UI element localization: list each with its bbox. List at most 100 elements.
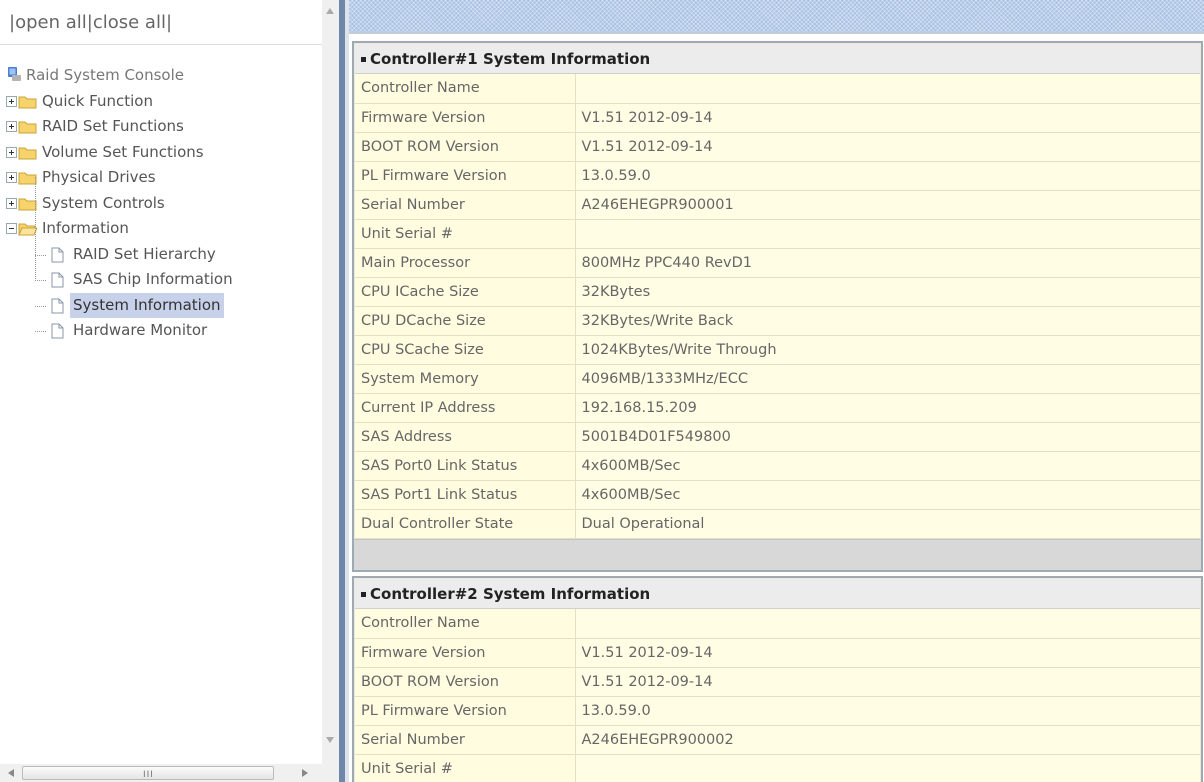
info-value: A246EHEGPR900001 <box>575 190 1200 220</box>
scroll-down-icon[interactable] <box>326 737 334 743</box>
info-row: PL Firmware Version 13.0.59.0 <box>355 161 1200 191</box>
tree-item-sas-chip-information[interactable]: SAS Chip Information <box>6 267 322 293</box>
info-label: Unit Serial # <box>355 219 576 249</box>
info-label: CPU DCache Size <box>355 306 576 336</box>
info-row: CPU ICache Size 32KBytes <box>355 277 1200 307</box>
info-row: Controller Name <box>355 74 1200 104</box>
expand-icon[interactable] <box>6 95 17 107</box>
expand-icon[interactable] <box>6 197 17 209</box>
tree-folder-label: System Controls <box>42 193 165 212</box>
info-value: V1.51 2012-09-14 <box>575 103 1200 133</box>
tree-folder-system-controls[interactable]: System Controls <box>6 191 322 217</box>
info-label: Controller Name <box>355 609 576 639</box>
tree-folder-physical-drives[interactable]: Physical Drives <box>6 165 322 191</box>
info-row: Controller Name <box>355 609 1200 639</box>
open-all-link[interactable]: open all <box>15 12 87 33</box>
tree-folder-label: Quick Function <box>42 91 153 110</box>
tree-item-raid-set-hierarchy[interactable]: RAID Set Hierarchy <box>6 242 322 268</box>
info-value: A246EHEGPR900002 <box>575 725 1200 755</box>
expand-icon[interactable] <box>6 172 17 183</box>
info-value: 32KBytes/Write Back <box>575 306 1200 336</box>
info-table: Controller Name Firmware Version V1.51 201… <box>355 74 1200 539</box>
scroll-thumb[interactable]: III <box>22 766 274 780</box>
info-value: V1.51 2012-09-14 <box>575 667 1200 697</box>
info-label: Firmware Version <box>355 638 576 668</box>
info-row: Current IP Address 192.168.15.209 <box>355 393 1200 423</box>
info-row: Serial Number A246EHEGPR900001 <box>355 190 1200 220</box>
info-row: Serial Number A246EHEGPR900002 <box>355 725 1200 755</box>
info-row: System Memory 4096MB/1333MHz/ECC <box>355 364 1200 394</box>
info-row: Firmware Version V1.51 2012-09-14 <box>355 638 1200 668</box>
info-value <box>575 219 1200 249</box>
info-value: Dual Operational <box>575 509 1200 539</box>
tree-item-label: RAID Set Hierarchy <box>73 244 216 263</box>
info-value: 4096MB/1333MHz/ECC <box>575 364 1200 394</box>
scroll-right-icon[interactable] <box>302 769 308 777</box>
info-row: BOOT ROM Version V1.51 2012-09-14 <box>355 132 1200 162</box>
info-label: SAS Port1 Link Status <box>355 480 576 510</box>
separator: | <box>165 12 173 33</box>
info-label: Firmware Version <box>355 103 576 133</box>
folder-icon <box>18 121 37 134</box>
info-label: BOOT ROM Version <box>355 667 576 697</box>
info-label: BOOT ROM Version <box>355 132 576 162</box>
controller1-info-panel: Controller#1 System Information Controll… <box>352 41 1203 572</box>
tree-root[interactable]: Raid System Console <box>6 63 322 89</box>
expand-icon[interactable] <box>6 121 17 132</box>
info-value: 800MHz PPC440 RevD1 <box>575 248 1200 278</box>
info-label: Unit Serial # <box>355 754 576 782</box>
info-label: PL Firmware Version <box>355 696 576 726</box>
info-value: 32KBytes <box>575 277 1200 307</box>
tree-item-system-information[interactable]: System Information <box>6 292 322 318</box>
tree-horizontal-scrollbar[interactable]: III <box>0 764 322 782</box>
info-table: Controller Name Firmware Version V1.51 201… <box>355 609 1200 782</box>
scroll-left-icon[interactable] <box>8 769 14 777</box>
tree-item-hardware-monitor[interactable]: Hardware Monitor <box>6 318 322 344</box>
info-row: Dual Controller State Dual Operational <box>355 509 1200 539</box>
tree-folder-label: Information <box>42 219 129 237</box>
info-value: 13.0.59.0 <box>575 696 1200 726</box>
panel-title-text: Controller#2 System Information <box>370 585 651 603</box>
content-header-bar <box>349 0 1204 34</box>
tree-folder-volume-set-functions[interactable]: Volume Set Functions <box>6 140 322 166</box>
scroll-up-icon[interactable] <box>326 8 334 14</box>
panel-title: Controller#2 System Information <box>355 579 1200 609</box>
tree-connector-line <box>35 177 36 279</box>
info-value: 5001B4D01F549800 <box>575 422 1200 452</box>
collapse-icon[interactable] <box>6 223 17 234</box>
tree-folder-information[interactable]: Information <box>6 216 322 242</box>
info-value: V1.51 2012-09-14 <box>575 132 1200 162</box>
info-value <box>575 74 1200 104</box>
folder-icon <box>18 147 37 159</box>
info-row: SAS Port0 Link Status 4x600MB/Sec <box>355 451 1200 481</box>
close-all-link[interactable]: close all <box>93 12 166 33</box>
tree-folder-label: Physical Drives <box>42 168 156 186</box>
info-label: CPU ICache Size <box>355 277 576 307</box>
info-label: System Memory <box>355 364 576 394</box>
controller2-info-panel: Controller#2 System Information Controll… <box>352 576 1203 782</box>
info-value: 4x600MB/Sec <box>575 451 1200 481</box>
open-close-links: |open all|close all| <box>9 12 172 33</box>
info-row: Unit Serial # <box>355 219 1200 249</box>
tree-folder-quick-function[interactable]: Quick Function <box>6 89 322 115</box>
info-label: Controller Name <box>355 74 576 104</box>
folder-icon <box>18 96 37 108</box>
info-value: V1.51 2012-09-14 <box>575 638 1200 668</box>
panel-footer <box>354 539 1201 570</box>
tree-root-label: Raid System Console <box>26 66 184 84</box>
info-label: Current IP Address <box>355 393 576 423</box>
info-row: SAS Port1 Link Status 4x600MB/Sec <box>355 480 1200 510</box>
panel-title-text: Controller#1 System Information <box>370 50 651 68</box>
info-label: Serial Number <box>355 190 576 220</box>
info-label: SAS Port0 Link Status <box>355 451 576 481</box>
tree-frame: |open all|close all| Raid System Console… <box>0 0 343 782</box>
tree-vertical-scrollbar[interactable] <box>322 0 339 764</box>
tree-folder-raid-set-functions[interactable]: RAID Set Functions <box>6 114 322 140</box>
expand-icon[interactable] <box>6 146 17 158</box>
info-value: 1024KBytes/Write Through <box>575 335 1200 365</box>
scroll-grip: III <box>143 770 154 780</box>
info-label: CPU SCache Size <box>355 335 576 365</box>
tree-controls: |open all|close all| <box>0 0 320 40</box>
info-label: Main Processor <box>355 248 576 278</box>
info-label: Serial Number <box>355 725 576 755</box>
